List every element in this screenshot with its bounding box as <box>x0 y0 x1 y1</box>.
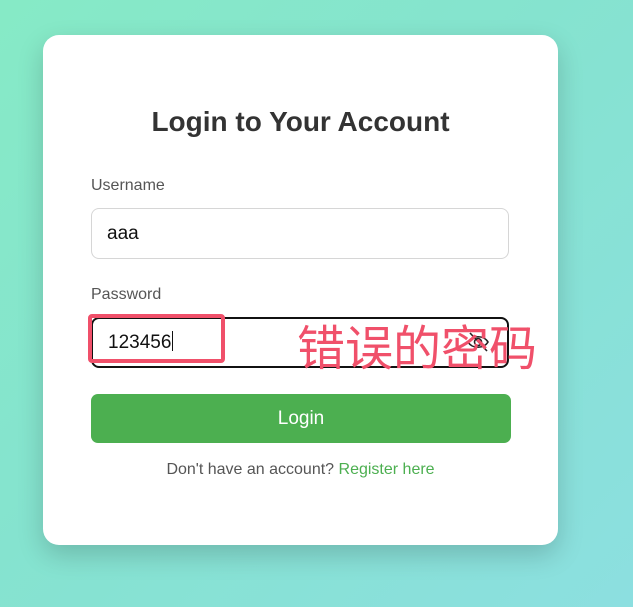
register-link[interactable]: Register here <box>339 461 435 478</box>
password-highlight-box <box>88 314 225 363</box>
page-title: Login to Your Account <box>151 106 450 137</box>
login-button[interactable]: Login <box>91 394 511 443</box>
username-value: aaa <box>107 223 139 244</box>
wrong-password-annotation: 错误的密码 <box>297 321 538 377</box>
password-label: Password <box>91 286 162 303</box>
register-prompt: Don't have an account? Register here <box>43 461 558 479</box>
username-input[interactable]: aaa <box>91 208 509 259</box>
login-card: Login to Your Account Username aaa Passw… <box>43 35 558 545</box>
footer-text: Don't have an account? <box>166 461 335 478</box>
username-label: Username <box>91 177 165 194</box>
